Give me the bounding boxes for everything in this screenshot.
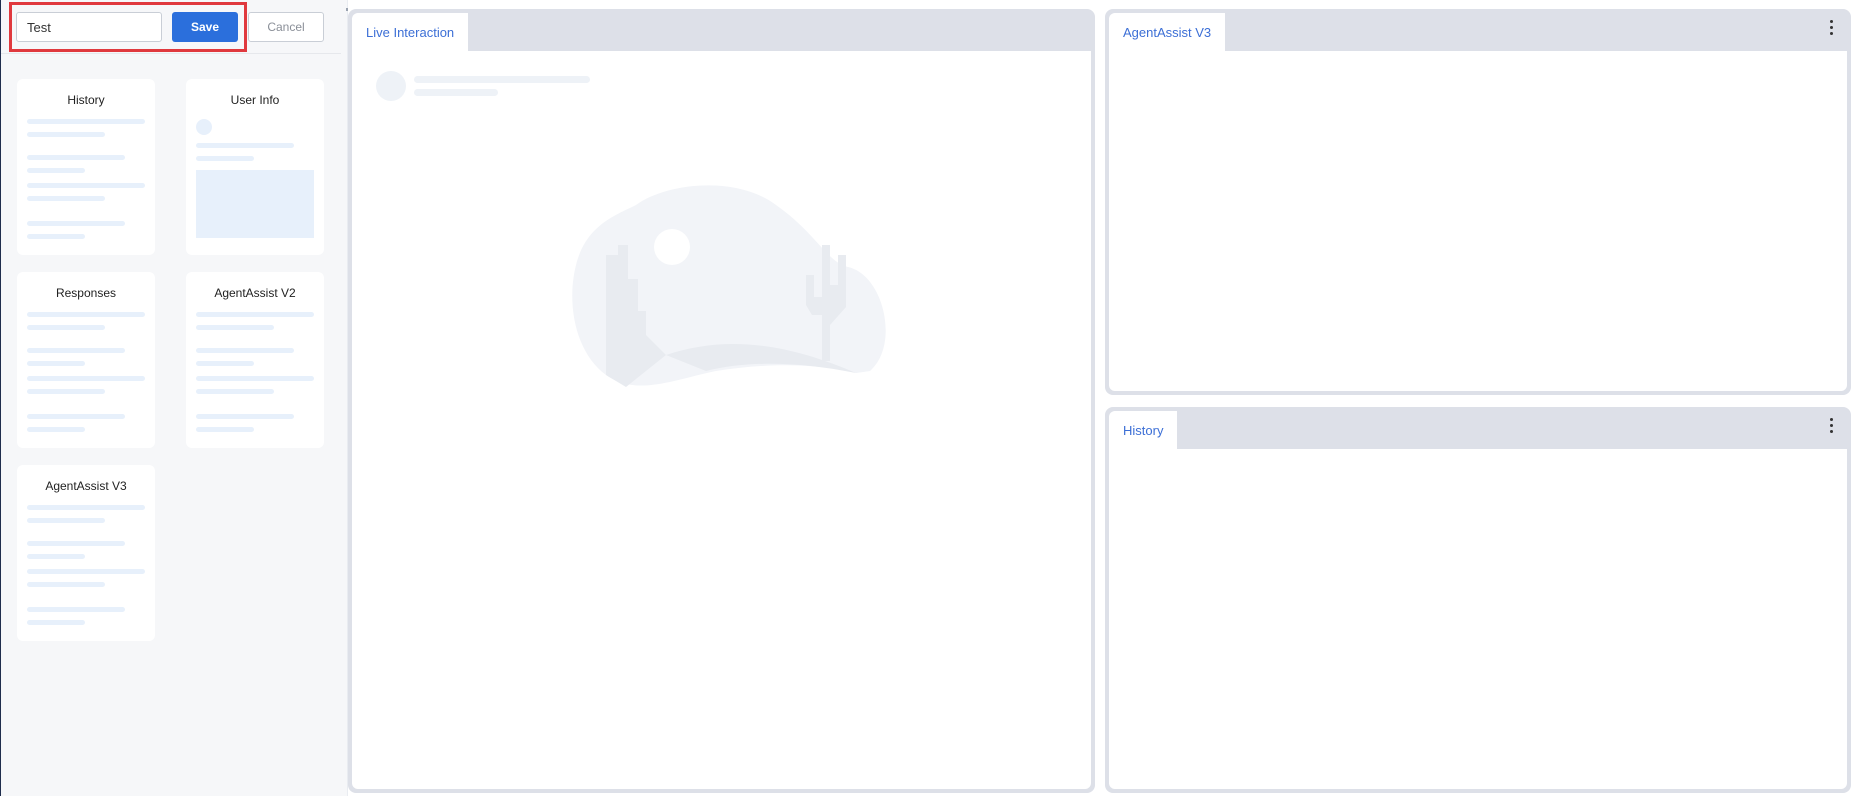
live-interaction-body	[352, 51, 1091, 789]
agentassist-v3-body	[1109, 51, 1847, 391]
skeleton-line	[196, 156, 254, 161]
skeleton-line	[27, 569, 145, 574]
skeleton-block	[196, 170, 314, 238]
skeleton-line	[27, 541, 125, 546]
avatar-placeholder	[196, 119, 212, 135]
skeleton-line	[27, 582, 105, 587]
widget-card-agentassist-v3[interactable]: AgentAssist V3	[17, 465, 155, 641]
skeleton-line	[27, 221, 125, 226]
skeleton-line	[196, 325, 274, 330]
kebab-menu-icon[interactable]	[1823, 415, 1839, 437]
skeleton-line	[196, 389, 274, 394]
skeleton-line	[27, 607, 125, 612]
widget-card-title: Responses	[55, 286, 117, 300]
skeleton-line	[27, 376, 145, 381]
skeleton-line	[27, 234, 85, 239]
skeleton-line	[196, 348, 294, 353]
skeleton-line	[196, 427, 254, 432]
skeleton-line	[27, 361, 85, 366]
tab-agentassist-v3[interactable]: AgentAssist V3	[1109, 13, 1226, 51]
layout-toolbar: Save Cancel	[1, 0, 341, 54]
kebab-menu-icon[interactable]	[1823, 17, 1839, 39]
skeleton-line	[27, 132, 105, 137]
skeleton-line	[196, 143, 294, 148]
live-interaction-panel: Live Interaction	[348, 9, 1095, 793]
skeleton-line	[196, 414, 294, 419]
skeleton-line	[27, 119, 145, 124]
skeleton-line	[27, 505, 145, 510]
skeleton-line	[414, 89, 498, 96]
widget-card-title: AgentAssist V2	[214, 286, 296, 300]
resize-marker	[346, 8, 348, 11]
skeleton-line	[27, 518, 105, 523]
layout-editor-sidebar: Save Cancel History User Info Responses	[1, 0, 347, 796]
skeleton-line	[27, 554, 85, 559]
skeleton-line	[27, 389, 105, 394]
skeleton-line	[27, 348, 125, 353]
skeleton-line	[414, 76, 590, 83]
widget-card-responses[interactable]: Responses	[17, 272, 155, 448]
widget-card-agentassist-v2[interactable]: AgentAssist V2	[186, 272, 324, 448]
history-body	[1109, 449, 1847, 789]
widget-card-title: History	[67, 93, 105, 107]
skeleton-line	[196, 312, 314, 317]
agentassist-v3-panel: AgentAssist V3	[1105, 9, 1851, 395]
history-panel: History	[1105, 407, 1851, 793]
skeleton-line	[27, 312, 145, 317]
layout-name-input[interactable]	[16, 12, 162, 42]
save-button[interactable]: Save	[172, 12, 238, 42]
widget-card-title: User Info	[230, 93, 280, 107]
skeleton-line	[27, 183, 145, 188]
widget-card-user-info[interactable]: User Info	[186, 79, 324, 255]
skeleton-line	[27, 155, 125, 160]
skeleton-line	[27, 168, 85, 173]
skeleton-line	[196, 376, 314, 381]
skeleton-line	[27, 196, 105, 201]
cancel-button[interactable]: Cancel	[248, 12, 324, 42]
tab-live-interaction[interactable]: Live Interaction	[352, 13, 469, 51]
skeleton-line	[27, 414, 125, 419]
skeleton-line	[27, 620, 85, 625]
skeleton-line	[27, 427, 85, 432]
widget-card-title: AgentAssist V3	[45, 479, 127, 493]
skeleton-line	[27, 325, 105, 330]
widget-card-history[interactable]: History	[17, 79, 155, 255]
tab-history[interactable]: History	[1109, 411, 1178, 449]
desert-illustration-icon	[572, 185, 886, 387]
skeleton-avatar	[376, 71, 406, 101]
skeleton-line	[196, 361, 254, 366]
